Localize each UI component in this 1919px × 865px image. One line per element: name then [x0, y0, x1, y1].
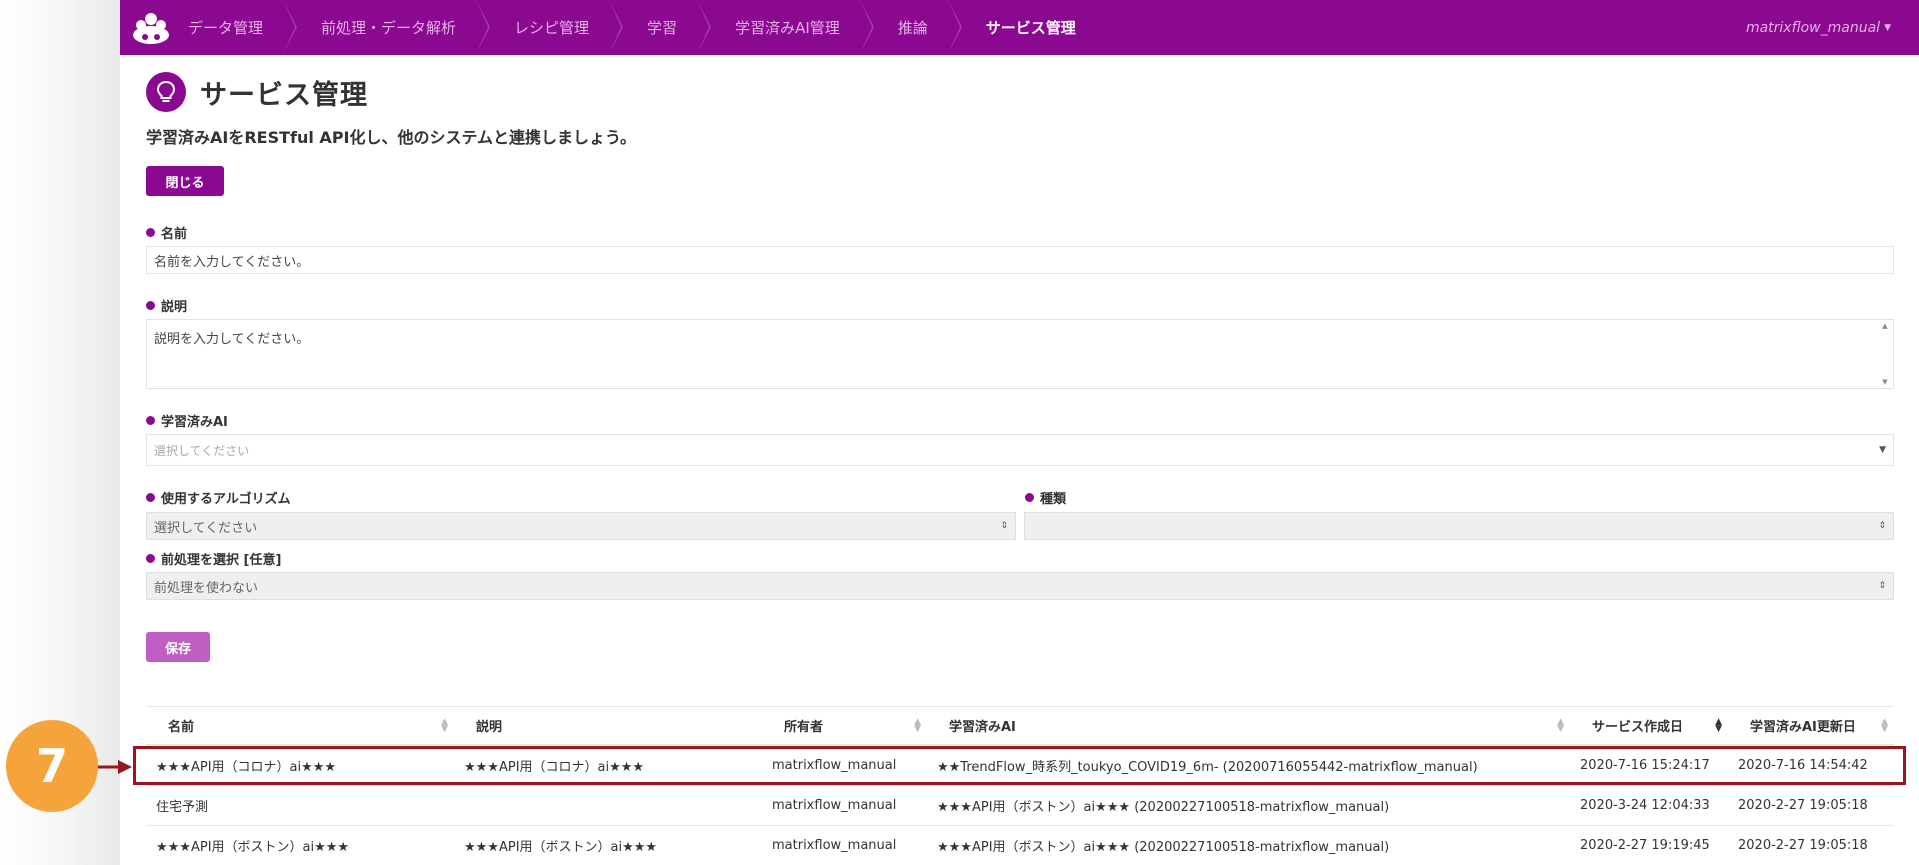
bullet-icon [146, 416, 155, 425]
cell-updated: 2020-2-27 19:05:18 [1738, 798, 1868, 813]
nav-service-management[interactable]: サービス管理 [948, 0, 1096, 55]
type-select[interactable]: ⇕ [1024, 512, 1894, 540]
table-header: 名前 ▲ ▼ 説明 所有者 ▲ ▼ 学習済みAI ▲ ▼ サービス作成日 ▲ ▼ 学習済みAI更… [146, 706, 1894, 746]
description-label: 説明 [146, 296, 187, 315]
trained-ai-label: 学習済みAI [146, 411, 228, 430]
preprocess-label: 前処理を選択 [任意] [146, 549, 281, 568]
preprocess-select[interactable]: 前処理を使わない ⇕ [146, 572, 1894, 600]
name-input[interactable]: 名前を入力してください。 [146, 246, 1894, 274]
cell-description [454, 786, 762, 825]
sort-icon[interactable]: ▲ ▼ [441, 717, 448, 733]
column-header-trained-ai[interactable]: 学習済みAI ▲ ▼ [927, 707, 1570, 744]
bullet-icon [146, 554, 155, 563]
cell-created: 2020-7-16 15:24:17 [1580, 758, 1710, 773]
cell-owner: matrixflow_manual [772, 798, 897, 813]
close-button[interactable]: 閉じる [146, 166, 224, 196]
sort-arrows-icon: ⇕ [1878, 521, 1886, 531]
cell-trained-ai: ★★★API用（ボストン）ai★★★ (20200227100518-matri… [937, 840, 1390, 855]
sort-icon[interactable]: ▲ ▼ [1881, 717, 1888, 733]
lightbulb-icon [146, 72, 186, 112]
type-label: 種類 [1025, 488, 1066, 507]
cell-updated: 2020-2-27 19:05:18 [1738, 838, 1868, 853]
algorithm-label: 使用するアルゴリズム [146, 488, 291, 507]
scroll-up-icon[interactable]: ▲ [1882, 322, 1887, 330]
trained-ai-select[interactable]: 選択してください ▼ [146, 434, 1894, 466]
service-table: 名前 ▲ ▼ 説明 所有者 ▲ ▼ 学習済みAI ▲ ▼ サービス作成日 ▲ ▼ 学習済みAI更… [146, 706, 1894, 865]
table-row[interactable]: 住宅予測 matrixflow_manual ★★★API用（ボストン）ai★★… [146, 786, 1894, 826]
column-header-description[interactable]: 説明 [454, 707, 762, 744]
nav-data-management[interactable]: データ管理 [182, 0, 298, 55]
cell-description: ★★★API用（ボストン）ai★★★ [464, 840, 658, 855]
column-header-updated[interactable]: 学習済みAI更新日 ▲ ▼ [1728, 707, 1894, 744]
user-menu[interactable]: matrixflow_manual ▼ [1746, 20, 1891, 36]
cell-created: 2020-2-27 19:19:45 [1580, 838, 1710, 853]
nav-trained-ai-management[interactable]: 学習済みAI管理 [697, 0, 874, 55]
bullet-icon [146, 493, 155, 502]
column-header-owner[interactable]: 所有者 ▲ ▼ [762, 707, 927, 744]
sort-arrows-icon: ⇕ [1000, 521, 1008, 531]
column-header-name[interactable]: 名前 ▲ ▼ [146, 707, 454, 744]
table-row[interactable]: ★★★API用（コロナ）ai★★★ ★★★API用（コロナ）ai★★★ matr… [146, 746, 1894, 786]
step-badge: 7 [6, 720, 98, 812]
sort-arrows-icon: ⇕ [1878, 581, 1886, 591]
top-navbar: データ管理 前処理・データ解析 レシピ管理 学習 学習済みAI管理 推論 サービ… [120, 0, 1919, 55]
sort-icon[interactable]: ▲ ▼ [914, 717, 921, 733]
arrow-right-icon [98, 760, 132, 774]
cell-owner: matrixflow_manual [772, 838, 897, 853]
app-logo-icon[interactable] [120, 0, 182, 55]
cell-description: ★★★API用（コロナ）ai★★★ [464, 760, 645, 775]
cell-name: ★★★API用（ボストン）ai★★★ [156, 840, 350, 855]
chevron-down-icon: ▼ [1884, 22, 1891, 33]
scroll-down-icon[interactable]: ▼ [1882, 378, 1887, 386]
column-header-created[interactable]: サービス作成日 ▲ ▼ [1570, 707, 1728, 744]
page-title: サービス管理 [200, 79, 368, 111]
name-label: 名前 [146, 223, 187, 242]
user-name: matrixflow_manual [1745, 19, 1881, 36]
table-row[interactable]: ★★★API用（ボストン）ai★★★ ★★★API用（ボストン）ai★★★ ma… [146, 826, 1894, 865]
bullet-icon [1025, 493, 1034, 502]
page-header: サービス管理 [146, 72, 368, 112]
sort-desc-icon[interactable]: ▲ ▼ [1715, 717, 1722, 733]
textarea-scrollbar[interactable]: ▲ ▼ [1879, 322, 1891, 386]
cell-updated: 2020-7-16 14:54:42 [1738, 758, 1868, 773]
save-button[interactable]: 保存 [146, 632, 210, 662]
description-textarea[interactable]: 説明を入力してください。 ▲ ▼ [146, 319, 1894, 389]
cell-name: 住宅予測 [156, 800, 209, 815]
nav-preprocessing[interactable]: 前処理・データ解析 [283, 0, 491, 55]
sort-icon[interactable]: ▲ ▼ [1557, 717, 1564, 733]
cell-trained-ai: ★★TrendFlow_時系列_toukyo_COVID19_6m- (2020… [937, 760, 1478, 775]
cell-created: 2020-3-24 12:04:33 [1580, 798, 1710, 813]
nav-recipe-management[interactable]: レシピ管理 [476, 0, 624, 55]
cell-trained-ai: ★★★API用（ボストン）ai★★★ (20200227100518-matri… [937, 800, 1390, 815]
bullet-icon [146, 301, 155, 310]
cell-name: ★★★API用（コロナ）ai★★★ [156, 760, 337, 775]
page-subtitle: 学習済みAIをRESTful API化し、他のシステムと連携しましょう。 [146, 128, 637, 147]
algorithm-select[interactable]: 選択してください ⇕ [146, 512, 1016, 540]
breadcrumb: データ管理 前処理・データ解析 レシピ管理 学習 学習済みAI管理 推論 サービ… [182, 0, 1096, 55]
cell-owner: matrixflow_manual [772, 758, 897, 773]
caret-down-icon: ▼ [1879, 445, 1886, 455]
bullet-icon [146, 228, 155, 237]
